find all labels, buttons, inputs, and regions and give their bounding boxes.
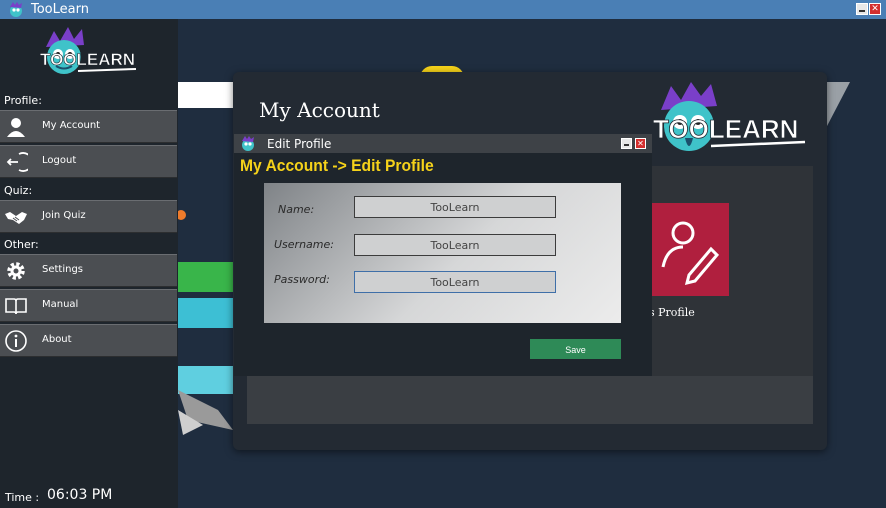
sidebar-item-my-account[interactable]: My Account <box>0 110 177 143</box>
page-title: My Account <box>259 98 380 122</box>
sidebar-item-label: Logout <box>42 155 77 166</box>
password-field[interactable] <box>354 271 556 293</box>
dialog-titlebar: Edit Profile ✕ <box>234 134 652 153</box>
edit-profile-form: Name: Username: Password: <box>264 183 621 323</box>
gear-icon <box>7 262 25 280</box>
edit-user-icon <box>661 221 720 286</box>
toolearn-logo-large: TOOLEARN <box>653 82 806 151</box>
user-icon <box>7 118 25 137</box>
sidebar-item-about[interactable]: About <box>0 324 177 357</box>
section-label-quiz: Quiz: <box>4 184 33 197</box>
dialog-close-button[interactable]: ✕ <box>635 138 646 149</box>
window-title: TooLearn <box>31 2 89 17</box>
edit-profile-card-caption: s Profile <box>649 306 695 319</box>
sidebar-item-join-quiz[interactable]: Join Quiz <box>0 200 177 233</box>
dialog-title: Edit Profile <box>267 137 332 151</box>
toolearn-logo: TOOLEARN <box>40 27 137 74</box>
info-icon <box>5 330 27 352</box>
logout-icon <box>6 152 28 172</box>
book-icon <box>5 298 27 315</box>
sidebar-item-logout[interactable]: Logout <box>0 145 177 178</box>
sidebar-item-label: My Account <box>42 120 101 131</box>
account-footer-area <box>247 376 813 424</box>
sidebar-item-label: Join Quiz <box>42 210 86 221</box>
edit-profile-dialog: Edit Profile ✕ My Account -> Edit Profil… <box>234 134 652 376</box>
app-logo-icon <box>10 2 22 17</box>
window-titlebar: TooLearn ✕ <box>0 0 886 19</box>
section-label-profile: Profile: <box>4 94 42 107</box>
svg-text:TOOLEARN: TOOLEARN <box>40 50 135 69</box>
username-field[interactable] <box>354 234 556 256</box>
dialog-minimize-button[interactable] <box>621 138 632 149</box>
app-logo-icon <box>242 136 254 151</box>
time-label: Time : <box>5 491 40 504</box>
sidebar: TOOLEARN Profile: My Account Logout Quiz… <box>0 19 178 508</box>
sidebar-item-label: About <box>42 334 72 345</box>
password-label: Password: <box>274 273 330 286</box>
sidebar-item-label: Settings <box>42 264 84 275</box>
svg-text:TOOLEARN: TOOLEARN <box>653 114 798 144</box>
background-green-block <box>178 262 233 292</box>
edit-profile-card[interactable] <box>649 203 729 296</box>
background-cyan-block <box>178 298 233 328</box>
background-white-strip <box>178 82 233 108</box>
minimize-button[interactable] <box>856 3 868 15</box>
close-button[interactable]: ✕ <box>869 3 881 15</box>
sidebar-item-settings[interactable]: Settings <box>0 254 177 287</box>
background-gray-triangle <box>826 82 850 128</box>
section-label-other: Other: <box>4 238 39 251</box>
sidebar-item-label: Manual <box>42 299 79 310</box>
username-label: Username: <box>274 238 334 251</box>
sidebar-item-manual[interactable]: Manual <box>0 289 177 322</box>
background-gray-shapes <box>178 390 233 435</box>
name-label: Name: <box>278 203 315 216</box>
name-field[interactable] <box>354 196 556 218</box>
breadcrumb: My Account -> Edit Profile <box>240 156 434 175</box>
handshake-icon <box>5 212 27 224</box>
save-button[interactable]: Save <box>530 339 621 359</box>
time-value: 06:03 PM <box>47 487 113 503</box>
